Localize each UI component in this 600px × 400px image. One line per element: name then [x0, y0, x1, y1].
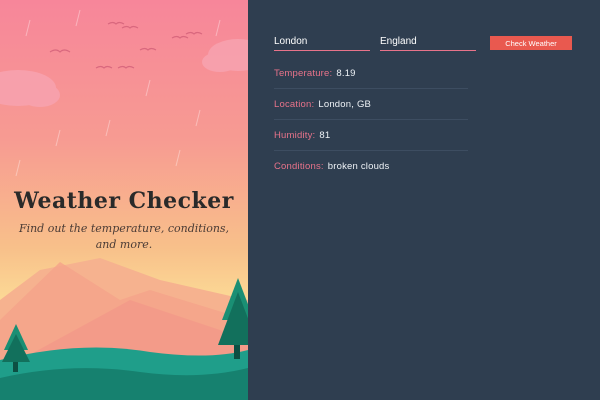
- location-label: Location:: [274, 98, 315, 110]
- temperature-row: Temperature: 8.19: [274, 58, 468, 89]
- location-row: Location: London, GB: [274, 89, 468, 120]
- humidity-row: Humidity: 81: [274, 120, 468, 151]
- birds: [49, 21, 203, 69]
- check-weather-button[interactable]: Check Weather: [490, 36, 572, 50]
- temperature-label: Temperature:: [274, 67, 333, 79]
- subtitle-line-1: Find out the temperature, conditions,: [18, 222, 230, 235]
- hero-panel: Weather Checker Find out the temperature…: [0, 0, 248, 400]
- page-subtitle: Find out the temperature, conditions, an…: [4, 221, 244, 253]
- weather-app: Weather Checker Find out the temperature…: [0, 0, 600, 400]
- conditions-row: Conditions: broken clouds: [274, 151, 468, 181]
- humidity-value: 81: [319, 129, 331, 141]
- city-input[interactable]: [274, 35, 370, 51]
- weather-results: Temperature: 8.19 Location: London, GB H…: [274, 58, 468, 181]
- humidity-label: Humidity:: [274, 129, 316, 141]
- temperature-value: 8.19: [336, 67, 356, 79]
- subtitle-line-2: and more.: [95, 238, 153, 251]
- weather-form: Check Weather: [274, 34, 572, 52]
- country-input[interactable]: [380, 35, 476, 51]
- conditions-value: broken clouds: [327, 160, 390, 172]
- page-title: Weather Checker: [14, 188, 234, 214]
- clouds: [0, 39, 248, 107]
- weather-panel: Check Weather Temperature: 8.19 Location…: [248, 0, 600, 400]
- conditions-label: Conditions:: [274, 160, 324, 172]
- location-value: London, GB: [318, 98, 372, 110]
